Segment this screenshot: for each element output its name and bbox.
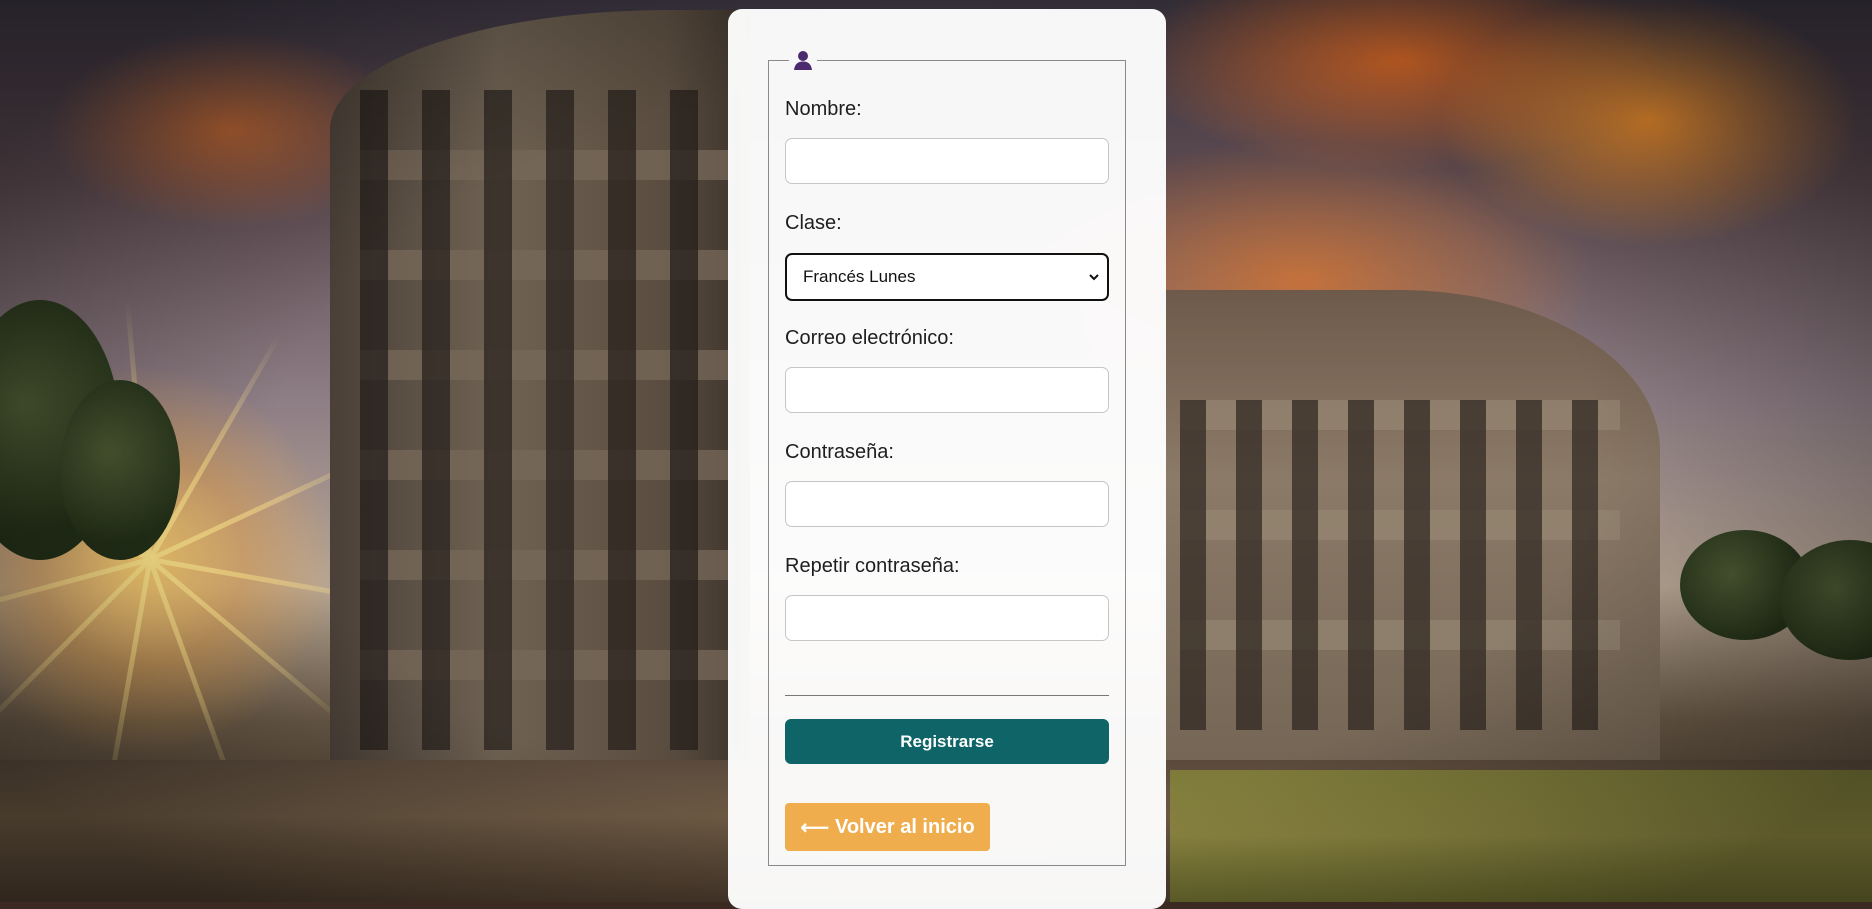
nombre-input[interactable] — [785, 138, 1109, 184]
repetir-label: Repetir contraseña: — [785, 555, 960, 577]
clase-select[interactable]: Francés Lunes — [785, 253, 1109, 301]
contrasena-label: Contraseña: — [785, 441, 894, 463]
chevron-down-icon — [1087, 269, 1101, 283]
clase-label: Clase: — [785, 212, 842, 234]
password-input[interactable] — [785, 481, 1109, 527]
nombre-label: Nombre: — [785, 98, 862, 120]
register-form: Nombre: Clase: Francés Lunes Correo elec… — [768, 49, 1126, 866]
user-icon — [792, 49, 814, 71]
register-button[interactable]: Registrarse — [785, 719, 1109, 764]
correo-label: Correo electrónico: — [785, 327, 954, 349]
form-divider — [785, 695, 1109, 696]
register-card: Nombre: Clase: Francés Lunes Correo elec… — [728, 9, 1166, 909]
back-home-button[interactable]: ⟵ Volver al inicio — [785, 803, 990, 851]
repeat-password-input[interactable] — [785, 595, 1109, 641]
arrow-left-icon: ⟵ — [800, 816, 829, 839]
back-home-label: Volver al inicio — [834, 815, 975, 838]
email-input[interactable] — [785, 367, 1109, 413]
clase-selected-value: Francés Lunes — [803, 267, 916, 286]
form-legend — [789, 49, 817, 71]
